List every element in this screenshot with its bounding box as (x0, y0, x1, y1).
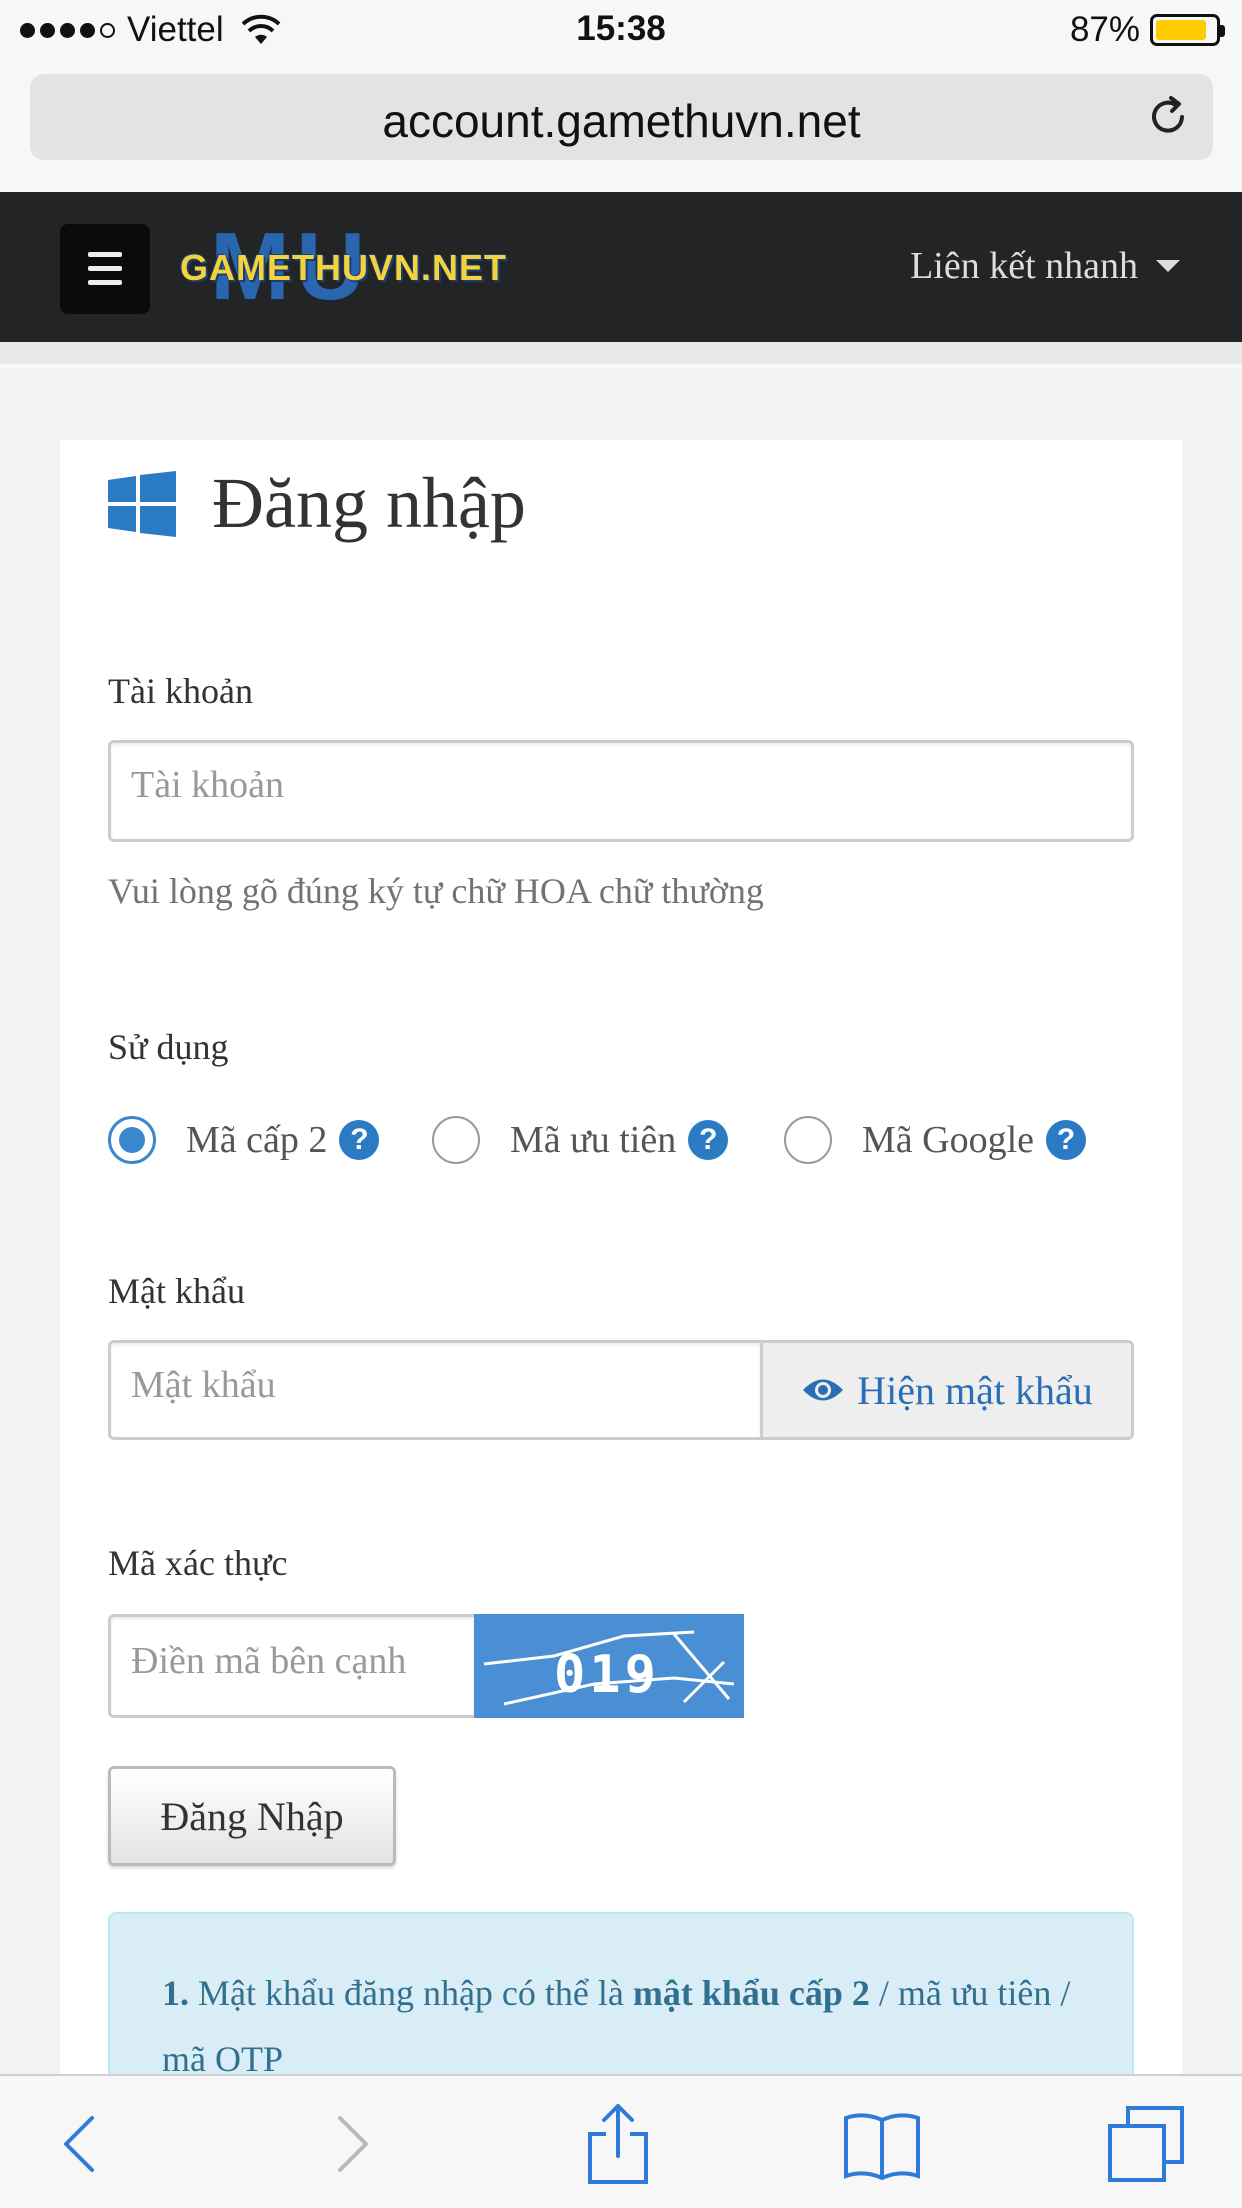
url-text[interactable]: account.gamethuvn.net (30, 94, 1213, 148)
quick-links-label: Liên kết nhanh (910, 245, 1138, 287)
logo-text: GAMETHUVN.NET (180, 247, 507, 288)
account-input[interactable]: Tài khoản (108, 740, 1134, 842)
info-text: 1. Mật khẩu đăng nhập có thể là mật khẩu… (162, 1960, 1102, 2092)
show-password-button[interactable]: Hiện mật khẩu (760, 1340, 1134, 1440)
info-text-bold: mật khẩu cấp 2 (632, 1973, 870, 2013)
captcha-noise: 019 (483, 1630, 735, 1706)
status-bar: Viettel 15:38 87% (0, 0, 1242, 62)
hamburger-icon (88, 252, 122, 257)
browser-address-area: account.gamethuvn.net (0, 62, 1242, 192)
clock: 15:38 (576, 9, 666, 48)
radio-label: Mã ưu tiên (510, 1119, 677, 1161)
account-help-text: Vui lòng gõ đúng ký tự chữ HOA chữ thườn… (108, 871, 764, 911)
radio-option-level2[interactable]: Mã cấp 2 ? (108, 1116, 380, 1164)
account-placeholder: Tài khoản (131, 764, 285, 806)
address-bar[interactable]: account.gamethuvn.net (30, 74, 1213, 160)
share-icon[interactable] (578, 2104, 658, 2184)
auth-method-group: Mã cấp 2 ? Mã ưu tiên ? Mã Google ? (108, 1116, 1148, 1172)
question-icon[interactable]: ? (1046, 1120, 1087, 1160)
battery-percent: 87% (1069, 10, 1140, 49)
captcha-group: Điền mã bên cạnh 019 (108, 1614, 744, 1718)
page-title: Đăng nhập (108, 462, 526, 545)
radio-label: Mã Google (862, 1119, 1035, 1161)
hamburger-icon (88, 280, 122, 285)
title-text: Đăng nhập (212, 463, 526, 543)
radio-button[interactable] (108, 1116, 156, 1164)
password-label: Mật khẩu (108, 1271, 245, 1311)
back-icon[interactable] (40, 2104, 120, 2184)
captcha-placeholder: Điền mã bên cạnh (131, 1640, 407, 1682)
status-right: 87% (1069, 10, 1225, 50)
captcha-image[interactable]: 019 (474, 1614, 744, 1718)
navbar-divider (0, 342, 1242, 368)
reload-icon[interactable] (1145, 94, 1191, 140)
captcha-input[interactable]: Điền mã bên cạnh (108, 1614, 474, 1718)
radio-button[interactable] (784, 1116, 832, 1164)
login-panel: Đăng nhập Tài khoản Tài khoản Vui lòng g… (60, 440, 1182, 2112)
radio-label: Mã cấp 2 (186, 1119, 328, 1161)
quick-links-dropdown[interactable]: Liên kết nhanh (910, 244, 1180, 288)
hamburger-icon (88, 266, 122, 271)
password-input[interactable]: Mật khẩu (108, 1340, 760, 1440)
radio-button[interactable] (432, 1116, 480, 1164)
radio-option-priority[interactable]: Mã ưu tiên ? (432, 1116, 729, 1164)
eye-icon (803, 1379, 844, 1401)
password-placeholder: Mật khẩu (131, 1364, 276, 1406)
radio-option-google[interactable]: Mã Google ? (784, 1116, 1087, 1164)
info-text-a: Mật khẩu đăng nhập có thể là (189, 1973, 633, 2013)
menu-button[interactable] (60, 224, 150, 314)
site-navbar: MU GAMETHUVN.NET Liên kết nhanh (0, 192, 1242, 342)
caret-down-icon (1156, 260, 1180, 272)
password-group: Mật khẩu Hiện mật khẩu (108, 1340, 1134, 1440)
question-icon[interactable]: ? (688, 1120, 729, 1160)
captcha-characters: 019 (554, 1645, 660, 1705)
battery-icon (1150, 14, 1225, 46)
login-submit-button[interactable]: Đăng Nhập (108, 1766, 396, 1866)
show-password-label: Hiện mật khẩu (857, 1367, 1093, 1413)
info-number: 1. (162, 1973, 189, 2013)
forward-icon[interactable] (312, 2104, 392, 2184)
question-icon[interactable]: ? (339, 1120, 380, 1160)
use-label: Sử dụng (108, 1027, 229, 1067)
captcha-label: Mã xác thực (108, 1543, 288, 1583)
browser-toolbar (0, 2074, 1242, 2208)
tabs-icon[interactable] (1106, 2104, 1186, 2184)
account-label: Tài khoản (108, 671, 253, 711)
bookmarks-icon[interactable] (842, 2104, 922, 2184)
battery-level (1156, 20, 1207, 40)
windows-icon (108, 470, 176, 537)
site-logo[interactable]: MU GAMETHUVN.NET (180, 219, 540, 315)
